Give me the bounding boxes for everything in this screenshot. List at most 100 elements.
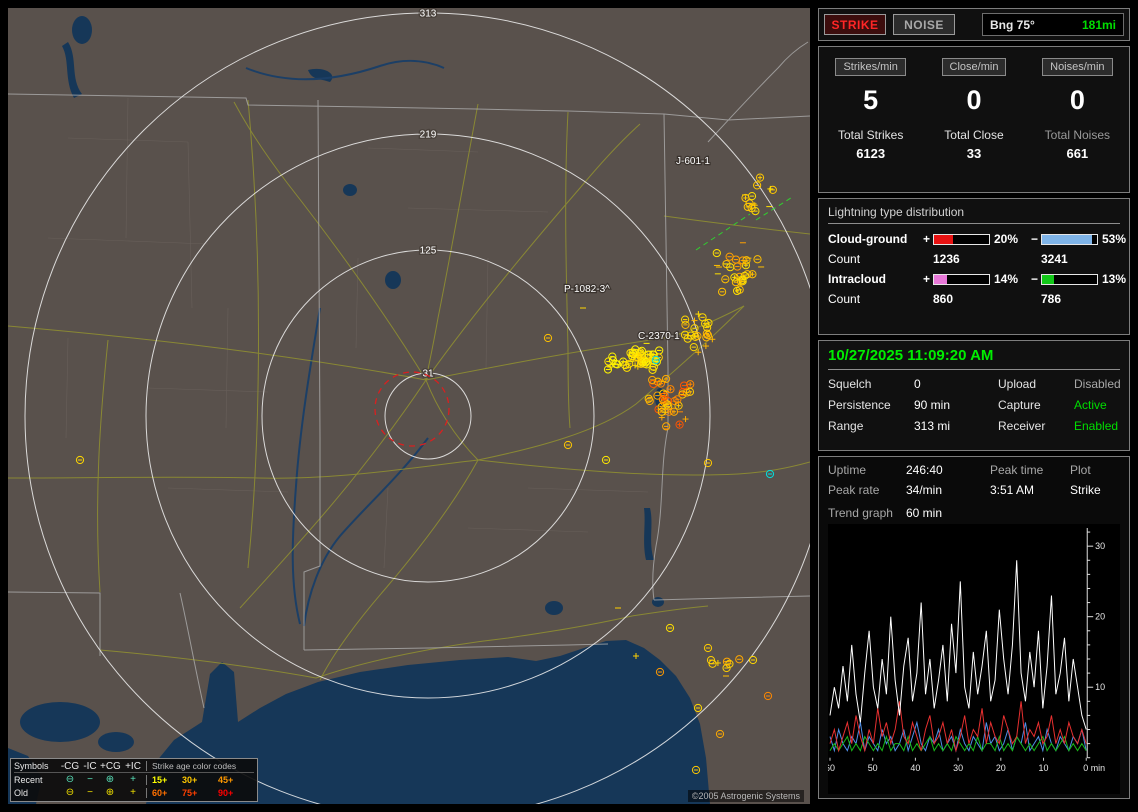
svg-text:30: 30 — [1095, 541, 1105, 551]
ic-minus-count: 786 — [1041, 292, 1062, 306]
ic-plus-percent: 14% — [994, 272, 1019, 286]
status-grid: Squelch 0 Upload Disabled Persistence 90… — [828, 377, 1121, 433]
age-code-15: 15+ — [146, 774, 182, 785]
total-close-value: 33 — [966, 146, 982, 161]
bearing-value: Bng 75° — [990, 17, 1035, 32]
svg-text:P-1082-3^: P-1082-3^ — [564, 284, 610, 295]
plus-sign: + — [922, 232, 930, 246]
range-setting-label: Range — [828, 419, 864, 433]
legend-header-row: Symbols -CG -IC +CG +IC Strike age color… — [14, 760, 254, 773]
upload-value: Disabled — [1074, 377, 1121, 391]
copyright-text: ©2005 Astrogenic Systems — [687, 790, 804, 802]
uptime-label: Uptime — [828, 463, 867, 477]
svg-text:125: 125 — [420, 246, 437, 257]
age-code-45: 45+ — [218, 774, 234, 785]
distribution-grid: Cloud-ground + 20% − 53% Count 1236 3241… — [828, 232, 1126, 306]
squelch-value: 0 — [914, 377, 921, 391]
trend-graph-canvas: 10 20 30 60 50 40 30 20 10 0 min — [828, 528, 1105, 773]
close-per-min-button[interactable]: Close/min — [941, 58, 1007, 76]
range-setting-value: 313 mi — [914, 419, 951, 433]
lightning-tracker-window: { "window": { "copyright": "©2005 Astrog… — [0, 0, 1138, 812]
svg-text:40: 40 — [910, 763, 920, 773]
intracloud-label: Intracloud — [828, 272, 887, 286]
total-strikes-value: 6123 — [856, 146, 886, 161]
recent-neg-cg-icon: ⊖ — [65, 774, 75, 785]
noises-per-min-value: 0 — [1069, 85, 1085, 115]
svg-text:10: 10 — [1095, 682, 1105, 692]
peak-rate-value: 34/min — [906, 483, 943, 497]
capture-label: Capture — [998, 398, 1041, 412]
old-pos-cg-icon: ⊕ — [105, 787, 115, 798]
trend-graph-label: Trend graph — [828, 506, 893, 520]
session-panel: Uptime 246:40 Peak time Plot Peak rate 3… — [818, 456, 1130, 799]
peak-time-value: 3:51 AM — [990, 483, 1035, 497]
status-panel: 10/27/2025 11:09:20 AM Squelch 0 Upload … — [818, 340, 1130, 451]
minus-sign: − — [1030, 272, 1038, 286]
receiver-value: Enabled — [1074, 419, 1119, 433]
map-geography — [8, 8, 810, 804]
plus-sign: + — [922, 272, 930, 286]
legend-recent-row: Recent ⊖ − ⊕ + 15+ 30+ 45+ — [14, 773, 254, 786]
svg-text:0 min: 0 min — [1083, 763, 1105, 773]
datetime-display: 10/27/2025 11:09:20 AM — [828, 347, 1120, 370]
strike-toggle-button[interactable]: STRIKE — [824, 14, 886, 35]
svg-text:60: 60 — [828, 763, 835, 773]
squelch-label: Squelch — [828, 377, 872, 391]
map-canvas: 31 125 219 313 J-601-1 P-1082-3^ C-2370-1 — [8, 8, 810, 804]
trend-graph: 10 20 30 60 50 40 30 20 10 0 min — [828, 524, 1120, 794]
legend-col-nic: -IC — [83, 760, 97, 772]
trend-setting-row: Trend graph 60 min — [828, 506, 1120, 520]
cg-plus-percent: 20% — [994, 232, 1019, 246]
legend-old-row: Old ⊖ − ⊕ + 60+ 75+ 90+ — [14, 786, 254, 799]
cg-minus-bar — [1041, 233, 1098, 245]
recent-pos-ic-icon: + — [130, 774, 136, 785]
toolbar: STRIKE NOISE Bng 75° 181mi — [818, 8, 1130, 41]
svg-text:20: 20 — [996, 763, 1006, 773]
recent-neg-ic-icon: − — [87, 774, 93, 785]
noises-per-min-button[interactable]: Noises/min — [1042, 58, 1113, 76]
strikes-per-min-value: 5 — [863, 85, 879, 115]
peak-rate-label: Peak rate — [828, 483, 880, 497]
legend-col-ncg: -CG — [60, 760, 80, 772]
ic-count-label: Count — [828, 292, 861, 306]
close-column: Close/min 0 Total Close 33 — [922, 54, 1025, 192]
persistence-value: 90 min — [914, 398, 951, 412]
total-close-label: Total Close — [944, 128, 1004, 142]
svg-text:C-2370-1: C-2370-1 — [638, 331, 680, 342]
age-code-75: 75+ — [182, 787, 198, 798]
sidebar: STRIKE NOISE Bng 75° 181mi Strikes/min 5… — [818, 8, 1130, 804]
ic-minus-bar — [1041, 273, 1098, 285]
old-neg-cg-icon: ⊖ — [65, 787, 75, 798]
svg-text:J-601-1: J-601-1 — [676, 156, 710, 167]
bearing-range-display: Bng 75° 181mi — [982, 13, 1124, 36]
ic-plus-bar — [933, 273, 990, 285]
distribution-panel: Lightning type distribution Cloud-ground… — [818, 198, 1130, 335]
legend-recent-label: Recent — [14, 774, 43, 785]
svg-text:10: 10 — [1039, 763, 1049, 773]
legend-old-label: Old — [14, 787, 29, 798]
plot-label: Plot — [1070, 463, 1091, 477]
cg-count-label: Count — [828, 252, 861, 266]
age-code-90: 90+ — [218, 787, 234, 798]
uptime-value: 246:40 — [906, 463, 943, 477]
svg-text:30: 30 — [953, 763, 963, 773]
age-code-30: 30+ — [182, 774, 198, 785]
upload-label: Upload — [998, 377, 1037, 391]
svg-text:31: 31 — [422, 369, 434, 380]
strikes-per-min-button[interactable]: Strikes/min — [835, 58, 906, 76]
ic-plus-count: 860 — [933, 292, 954, 306]
cg-plus-bar — [933, 233, 990, 245]
svg-text:50: 50 — [868, 763, 878, 773]
close-per-min-value: 0 — [966, 85, 982, 115]
noises-column: Noises/min 0 Total Noises 661 — [1026, 54, 1129, 192]
cloud-ground-label: Cloud-ground — [828, 232, 908, 246]
minus-sign: − — [1030, 232, 1038, 246]
plot-value: Strike — [1070, 483, 1101, 497]
old-pos-ic-icon: + — [130, 787, 136, 798]
noise-toggle-button[interactable]: NOISE — [893, 14, 955, 35]
receiver-label: Receiver — [998, 419, 1046, 433]
svg-text:219: 219 — [420, 130, 437, 141]
cg-minus-count: 3241 — [1041, 252, 1068, 266]
old-neg-ic-icon: − — [87, 787, 93, 798]
legend-col-pic: +IC — [125, 760, 141, 772]
